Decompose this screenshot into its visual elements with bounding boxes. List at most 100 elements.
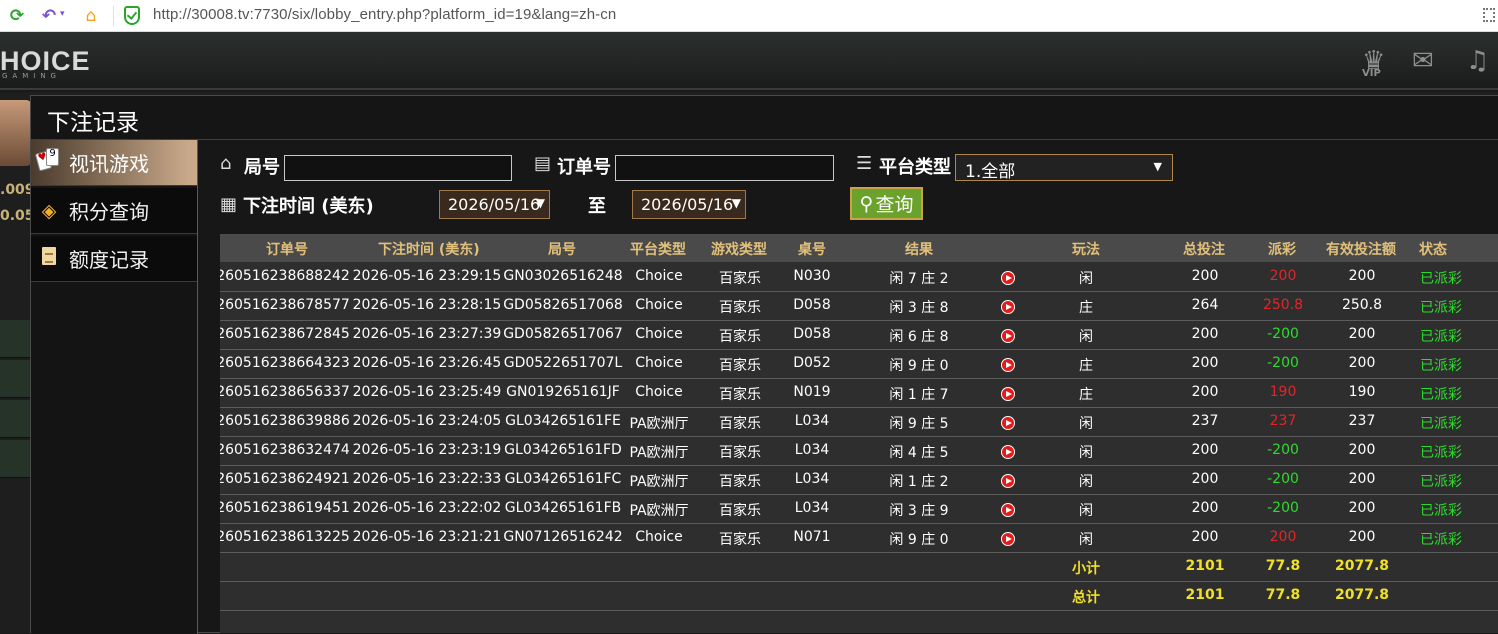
- play-replay-icon[interactable]: [1001, 387, 1015, 401]
- table-cell: 260516238672845: [220, 326, 350, 342]
- table-cell: 闲 9 庄 0: [889, 358, 949, 374]
- bet-table: 订单号 下注时间 (美东) 局号 平台类型 游戏类型 桌号 结果 玩法 总投注 …: [220, 234, 1498, 633]
- chevron-down-icon[interactable]: ▾: [60, 9, 65, 19]
- column-header: 总投注: [1183, 242, 1225, 258]
- play-replay-icon[interactable]: [1001, 532, 1015, 546]
- table-cell: 闲 3 庄 8: [889, 300, 949, 316]
- table-row[interactable]: 260516238678577 2026-05-16 23:28:15 GD0582…: [220, 292, 1498, 321]
- grandtotal-row: 总计 2101 77.8 2077.8: [220, 582, 1498, 611]
- column-header: 游戏类型: [711, 242, 767, 258]
- sidebar-item-live-games[interactable]: ♥ 9 视讯游戏: [31, 140, 197, 186]
- play-replay-icon[interactable]: [1001, 300, 1015, 314]
- table-cell: 闲 3 庄 9: [889, 503, 949, 519]
- undo-icon[interactable]: ↶: [38, 5, 60, 27]
- table-cell: 闲 9 庄 5: [889, 416, 949, 432]
- logo-subtitle: GAMING: [2, 72, 61, 80]
- clipboard-icon: ▤: [534, 153, 552, 174]
- table-cell: 260516238678577: [220, 297, 350, 313]
- table-row[interactable]: 260516238664323 2026-05-16 23:26:45 GD0522…: [220, 350, 1498, 379]
- table-cell: 260516238639886: [220, 413, 350, 429]
- tag-icon: ⌂: [220, 153, 232, 174]
- column-header: 下注时间 (美东): [378, 242, 480, 258]
- refresh-icon[interactable]: ⟳: [6, 5, 28, 27]
- play-replay-icon[interactable]: [1001, 416, 1015, 430]
- play-replay-icon[interactable]: [1001, 358, 1015, 372]
- table-cell: 260516238664323: [220, 355, 350, 371]
- table-cell: 260516238656337: [220, 384, 350, 400]
- table-row[interactable]: 260516238619451 2026-05-16 23:22:02 GL0342…: [220, 495, 1498, 524]
- table-cell: 260516238613225: [220, 529, 350, 545]
- table-cell: 已派彩: [1420, 358, 1462, 374]
- vip-label: VIP: [1362, 68, 1381, 79]
- table-cell: 已派彩: [1420, 329, 1462, 345]
- table-cell: 已派彩: [1420, 300, 1462, 316]
- table-cell: 已派彩: [1420, 445, 1462, 461]
- table-cell: 260516238619451: [220, 500, 350, 516]
- sidebar-item-credit[interactable]: 额度记录: [31, 236, 197, 282]
- subtotal-row: 小计 2101 77.8 2077.8: [220, 553, 1498, 582]
- column-header: 结果: [905, 242, 933, 258]
- table-row[interactable]: 260516238672845 2026-05-16 23:27:39 GD0582…: [220, 321, 1498, 350]
- lobby-side-tab: [0, 320, 30, 358]
- sidebar-item-label: 积分查询: [69, 200, 149, 224]
- table-row[interactable]: 260516238688242 2026-05-16 23:29:15 GN0302…: [220, 263, 1498, 292]
- play-replay-icon[interactable]: [1001, 503, 1015, 517]
- query-button[interactable]: ⚲ 查询: [850, 187, 923, 220]
- play-replay-icon[interactable]: [1001, 445, 1015, 459]
- table-row[interactable]: 260516238613225 2026-05-16 23:21:21 GN0712…: [220, 524, 1498, 553]
- date-to-picker[interactable]: 2026/05/16 ▼: [632, 190, 746, 219]
- server-icon: ☰: [856, 153, 873, 174]
- lobby-side-tab: [0, 440, 30, 478]
- date-from-picker[interactable]: 2026/05/16 ▼: [439, 190, 550, 219]
- chevron-down-icon: ▼: [1153, 160, 1162, 173]
- avatar: [0, 100, 32, 166]
- play-replay-icon[interactable]: [1001, 271, 1015, 285]
- home-icon[interactable]: ⌂: [80, 5, 102, 27]
- table-cell: 260516238624921: [220, 471, 350, 487]
- document-icon: [33, 247, 65, 270]
- table-cell: 260516238632474: [220, 442, 350, 458]
- table-cell: 闲 1 庄 7: [889, 387, 949, 403]
- table-header: 订单号 下注时间 (美东) 局号 平台类型 游戏类型 桌号 结果 玩法 总投注 …: [220, 234, 1498, 262]
- sidebar-item-label: 视讯游戏: [69, 152, 149, 176]
- round-label: 局号: [244, 157, 280, 178]
- platform-select[interactable]: 1.全部 ▼: [955, 154, 1173, 182]
- calendar-icon: ▦: [220, 194, 238, 215]
- column-header: 桌号: [798, 242, 826, 258]
- column-header: 有效投注额: [1326, 242, 1396, 258]
- table-cell: 已派彩: [1420, 416, 1462, 432]
- table-cell: 闲 6 庄 8: [889, 329, 949, 345]
- table-row[interactable]: 260516238656337 2026-05-16 23:25:49 GN0192…: [220, 379, 1498, 408]
- to-label: 至: [588, 196, 606, 217]
- table-cell: 已派彩: [1420, 271, 1462, 287]
- music-icon[interactable]: ♫: [1466, 46, 1489, 76]
- date-from-value: 2026/05/16: [448, 195, 541, 214]
- table-row[interactable]: 260516238639886 2026-05-16 23:24:05 GL0342…: [220, 408, 1498, 437]
- column-header: 玩法: [1072, 242, 1100, 258]
- chevron-down-icon: ▼: [535, 196, 545, 210]
- sidebar-item-label: 额度记录: [69, 248, 149, 272]
- qr-icon[interactable]: [1483, 8, 1495, 22]
- chat-icon[interactable]: ✉: [1412, 46, 1434, 76]
- table-cell: 闲 9 庄 0: [889, 532, 949, 548]
- play-replay-icon[interactable]: [1001, 474, 1015, 488]
- address-bar[interactable]: http://30008.tv:7730/six/lobby_entry.php…: [153, 6, 616, 23]
- time-label: 下注时间 (美东): [243, 196, 374, 217]
- query-button-label: 查询: [875, 194, 914, 216]
- record-sidebar: ♥ 9 视讯游戏 ◈ 积分查询 额度记录: [31, 140, 198, 634]
- cards-icon: ♥ 9: [33, 148, 65, 177]
- sidebar-item-points[interactable]: ◈ 积分查询: [31, 188, 197, 234]
- order-input[interactable]: [615, 155, 834, 181]
- play-replay-icon[interactable]: [1001, 329, 1015, 343]
- order-label: 订单号: [557, 157, 611, 178]
- round-input[interactable]: [284, 155, 512, 181]
- table-cell: 已派彩: [1420, 503, 1462, 519]
- divider: [113, 6, 114, 26]
- shield-icon: [124, 6, 140, 25]
- table-cell: 已派彩: [1420, 474, 1462, 490]
- diamond-icon: ◈: [41, 199, 57, 222]
- table-row[interactable]: 260516238632474 2026-05-16 23:23:19 GL0342…: [220, 437, 1498, 466]
- table-cell: 260516238688242: [220, 268, 350, 284]
- game-header: HOICE GAMING ♛ VIP ✉ ♫: [0, 32, 1498, 90]
- table-row[interactable]: 260516238624921 2026-05-16 23:22:33 GL0342…: [220, 466, 1498, 495]
